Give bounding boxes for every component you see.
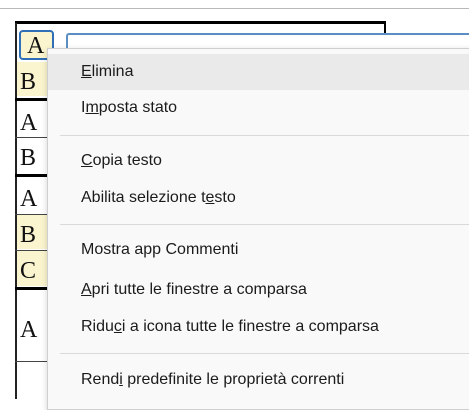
access-key: C <box>81 152 93 169</box>
menu-item-label: Rendi predefinite le proprietà correnti <box>81 371 345 388</box>
menu-item-label: Apri tutte le finestre a comparsa <box>81 281 307 298</box>
menu-item-label: Abilita selezione testo <box>81 189 236 206</box>
access-key: e <box>205 189 215 206</box>
access-key: c <box>113 318 122 335</box>
table-top-border <box>15 21 385 24</box>
menu-item-set-status[interactable]: Imposta stato <box>48 90 469 126</box>
menu-item-open-all-popups[interactable]: Apri tutte le finestre a comparsa <box>48 272 469 308</box>
menu-separator <box>60 224 469 225</box>
menu-item-copy-text[interactable]: Copia testo <box>48 143 469 179</box>
context-menu: Elimina Imposta stato Copia testo Abilit… <box>47 48 469 410</box>
menu-item-label: Copia testo <box>81 152 162 169</box>
menu-separator <box>60 135 469 136</box>
menu-item-label: Elimina <box>81 63 134 80</box>
menu-item-label: Riduci a icona tutte le finestre a compa… <box>81 318 379 335</box>
menu-item-delete[interactable]: Elimina <box>48 54 469 90</box>
menu-separator <box>60 353 469 354</box>
document-top-border <box>0 8 469 9</box>
menu-item-show-comments-app[interactable]: Mostra app Commenti <box>48 232 469 268</box>
access-key: i <box>119 371 123 388</box>
menu-item-label: Imposta stato <box>81 99 178 116</box>
menu-item-set-current-properties-default[interactable]: Rendi predefinite le proprietà correnti <box>48 362 469 398</box>
access-key: E <box>81 63 92 80</box>
access-key: A <box>81 281 92 298</box>
menu-item-label: Mostra app Commenti <box>81 241 239 258</box>
access-key: m <box>85 99 99 116</box>
table-border-fragment <box>384 21 386 33</box>
menu-item-minimize-all-popups[interactable]: Riduci a icona tutte le finestre a compa… <box>48 309 469 345</box>
menu-item-enable-text-selection[interactable]: Abilita selezione testo <box>48 180 469 216</box>
